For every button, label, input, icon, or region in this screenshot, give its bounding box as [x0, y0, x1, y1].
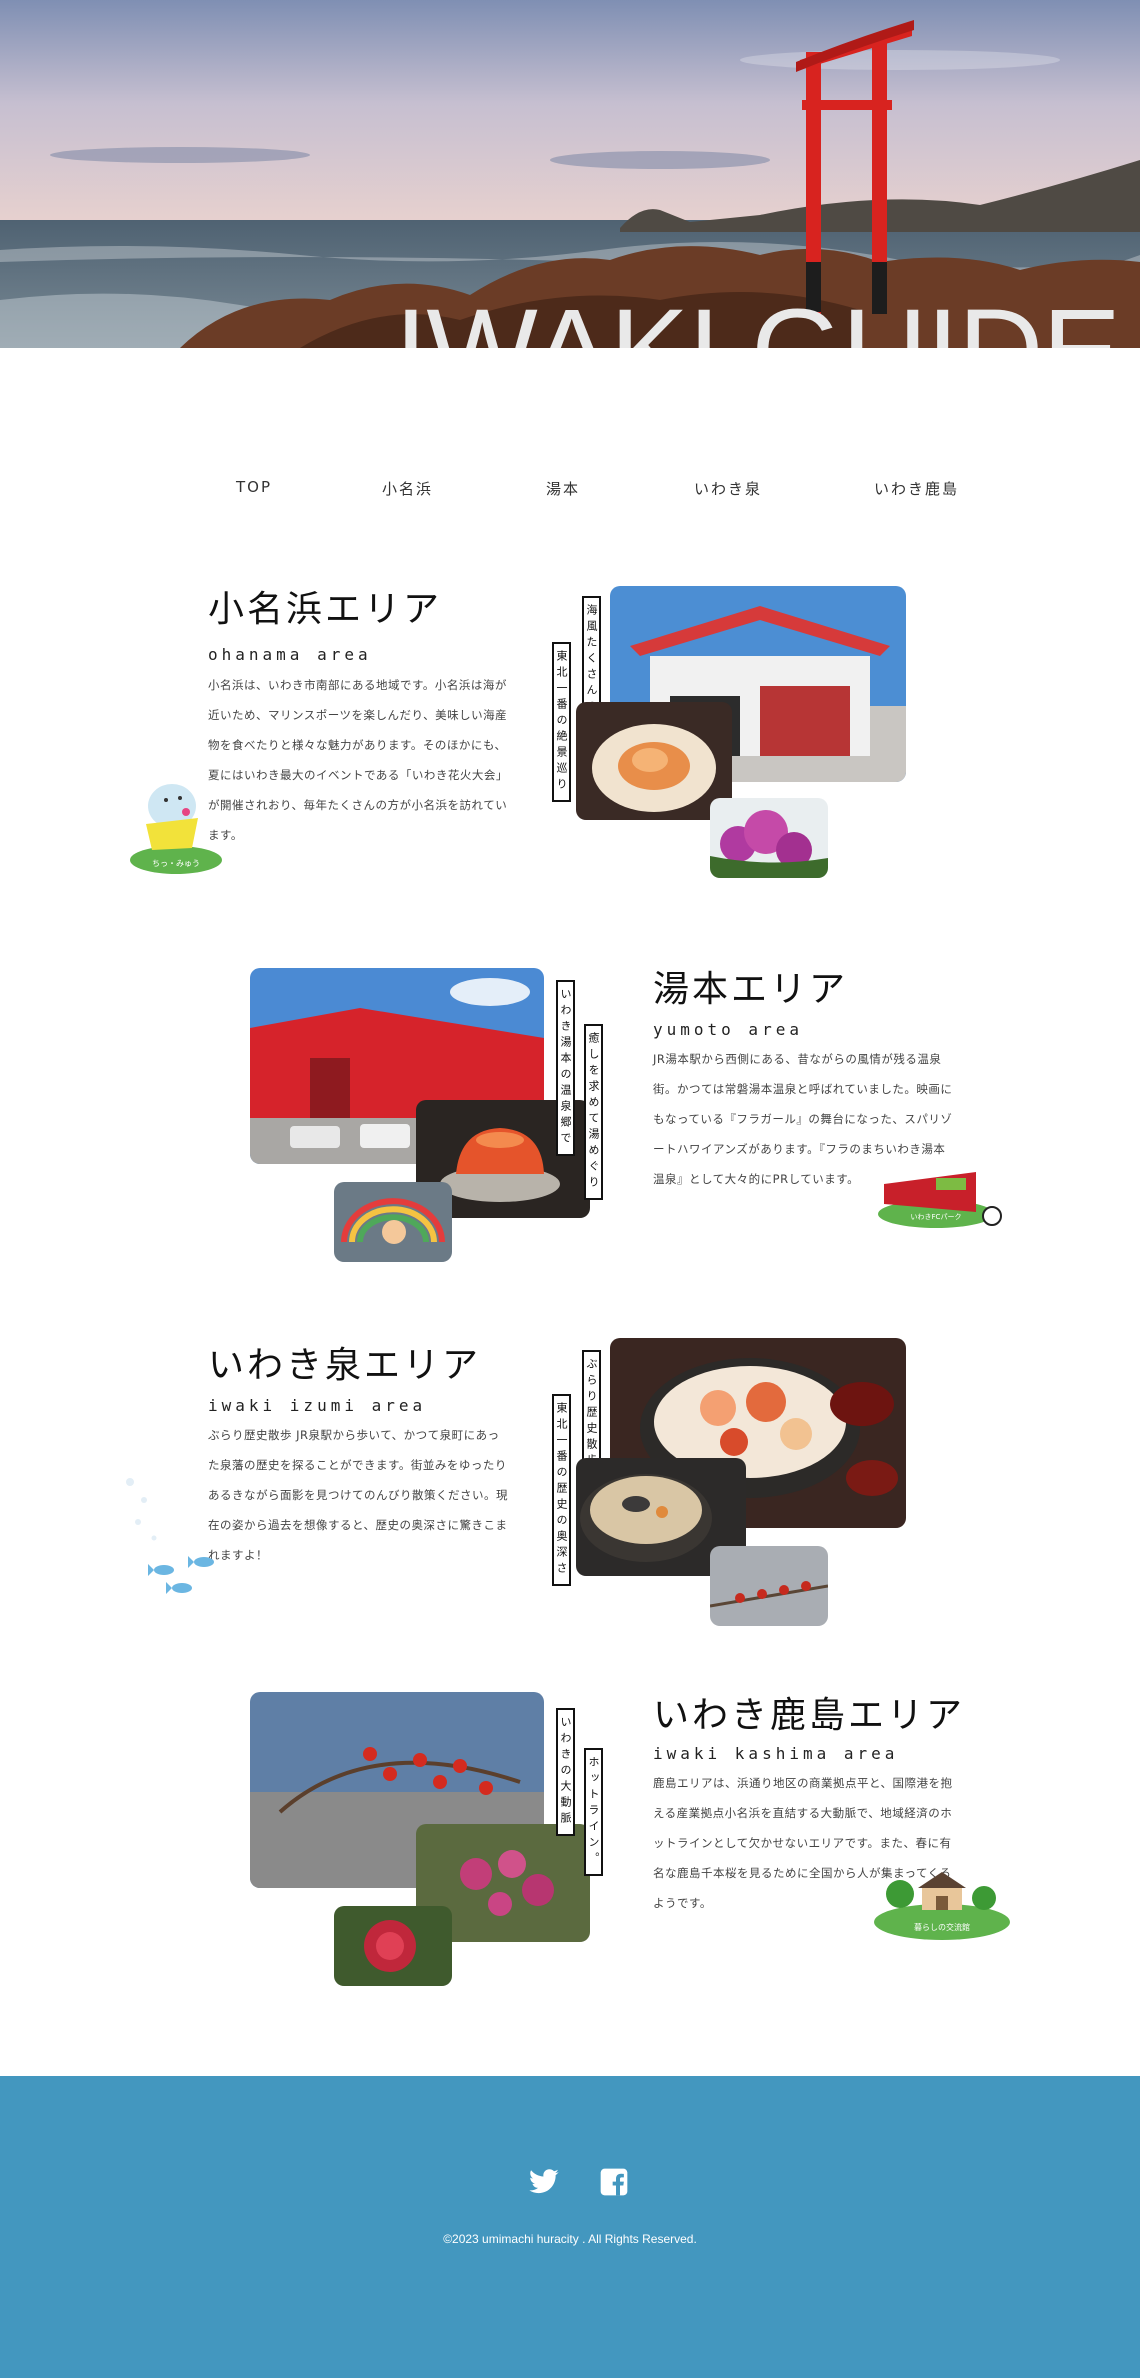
bougainvillea-photo [710, 798, 828, 878]
hero-banner: IWAKI GUIDE [0, 0, 1140, 348]
section-title: いわき泉エリア [208, 1345, 482, 1386]
section-iwaki-kashima: いわき鹿島エリア iwaki kashima area 鹿島エリアは、浜通り地区… [0, 1686, 1140, 1996]
vertical-label: 東北一番の歴史の奥深さ [552, 1394, 571, 1586]
vertical-label: 東北一番の絶景巡り [552, 642, 571, 802]
nav-item-yumoto[interactable]: 湯本 [546, 478, 580, 499]
mascot-caption: いわきFCパーク [911, 1213, 962, 1221]
camellia-photo [334, 1906, 452, 1986]
section-title: 小名浜エリア [208, 589, 443, 630]
hula-sign-photo [334, 1182, 452, 1262]
hero-title: IWAKI GUIDE [395, 292, 1121, 348]
chimyu-mascot-icon: ちっ・みゅう [128, 778, 224, 876]
section-title: 湯本エリア [653, 969, 849, 1010]
section-yumoto: 湯本エリア yumoto area JR湯本駅から西側にある、昔ながらの風情が残… [0, 960, 1140, 1270]
mascot-caption: 暮らしの交流館 [914, 1922, 970, 1932]
copyright-text: ©2023 umimachi huracity . All Rights Res… [443, 2232, 697, 2246]
red-berries-photo [710, 1546, 828, 1626]
section-subtitle: iwaki kashima area [653, 1744, 899, 1763]
footer: ©2023 umimachi huracity . All Rights Res… [0, 2076, 1140, 2378]
iwaki-fc-park-icon: いわきFCパーク [876, 1164, 1004, 1230]
nav-item-iwaki-izumi[interactable]: いわき泉 [694, 478, 762, 499]
social-links [0, 2166, 1140, 2200]
vertical-label: ホットライン。 [584, 1748, 603, 1876]
section-title: いわき鹿島エリア [653, 1695, 966, 1736]
twitter-icon[interactable] [528, 2166, 560, 2198]
section-body: ぶらり歴史散歩 JR泉駅から歩いて、かつて泉町にあった泉藩の歴史を探ることができ… [208, 1428, 508, 1562]
section-subtitle: yumoto area [653, 1020, 803, 1039]
vertical-label: 癒しを求めて湯めぐり [584, 1024, 603, 1200]
vertical-label: いわき湯本の温泉郷で [556, 980, 575, 1156]
main-nav: TOP 小名浜 湯本 いわき泉 いわき鹿島 [0, 478, 1140, 502]
section-onahama: 小名浜エリア ohanama area 小名浜は、いわき市南部にある地域です。小… [0, 580, 1140, 890]
nav-item-iwaki-kashima[interactable]: いわき鹿島 [874, 478, 959, 499]
scallop-dish-photo [576, 702, 732, 820]
section-iwaki-izumi: いわき泉エリア iwaki izumi area ぶらり歴史散歩 JR泉駅から歩… [0, 1336, 1140, 1646]
community-house-icon: 暮らしの交流館 [872, 1866, 1012, 1942]
mascot-caption: ちっ・みゅう [152, 859, 200, 868]
vertical-label: いわきの大動脈 [556, 1708, 575, 1836]
section-body: 小名浜は、いわき市南部にある地域です。小名浜は海が近いため、マリンスポーツを楽し… [208, 678, 508, 842]
nav-item-top[interactable]: TOP [236, 478, 272, 496]
nav-item-onahama[interactable]: 小名浜 [382, 478, 433, 499]
section-subtitle: iwaki izumi area [208, 1396, 427, 1415]
section-subtitle: ohanama area [208, 645, 372, 664]
fish-bubbles-icon [120, 1466, 228, 1602]
facebook-icon[interactable] [598, 2166, 630, 2198]
